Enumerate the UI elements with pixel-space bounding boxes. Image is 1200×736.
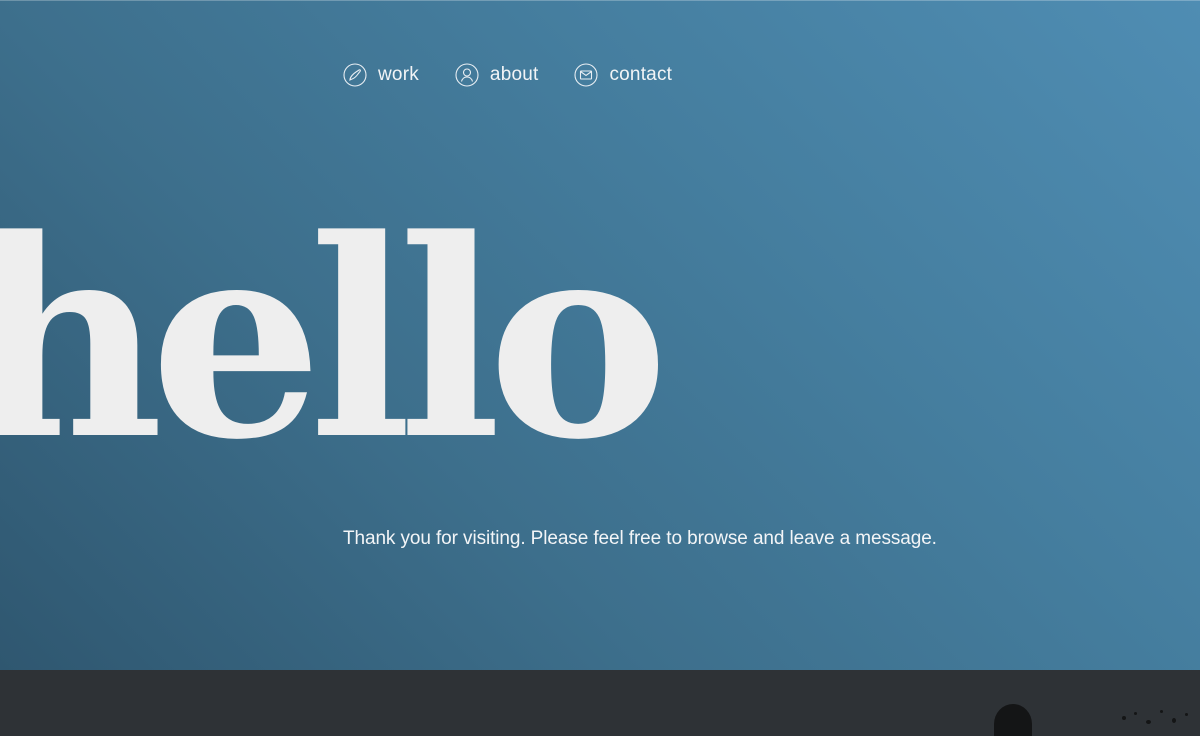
top-divider <box>0 0 1200 1</box>
photo-speckle <box>1122 716 1126 720</box>
main-nav: work about contact <box>343 63 708 87</box>
nav-item-about[interactable]: about <box>455 63 539 87</box>
nav-label: about <box>489 64 539 85</box>
photo-speckle <box>1172 718 1176 723</box>
brush-icon <box>343 63 367 87</box>
photo-speckle <box>1160 710 1163 713</box>
hero-section: work about contact hello Thank you for v… <box>0 0 1200 670</box>
nav-item-contact[interactable]: contact <box>574 63 672 87</box>
page: work about contact hello Thank you for v… <box>0 0 1200 736</box>
nav-item-work[interactable]: work <box>343 63 419 87</box>
envelope-icon <box>574 63 599 87</box>
nav-label: work <box>378 64 419 85</box>
person-icon <box>455 63 479 87</box>
background-photo-silhouette <box>994 704 1032 736</box>
nav-label: contact <box>609 64 673 85</box>
hero-headline: hello <box>0 181 669 500</box>
photo-speckle <box>1146 720 1151 724</box>
photo-speckle <box>1185 713 1188 716</box>
hero-tagline: Thank you for visiting. Please feel free… <box>343 528 937 549</box>
photo-speckle <box>1134 712 1137 715</box>
